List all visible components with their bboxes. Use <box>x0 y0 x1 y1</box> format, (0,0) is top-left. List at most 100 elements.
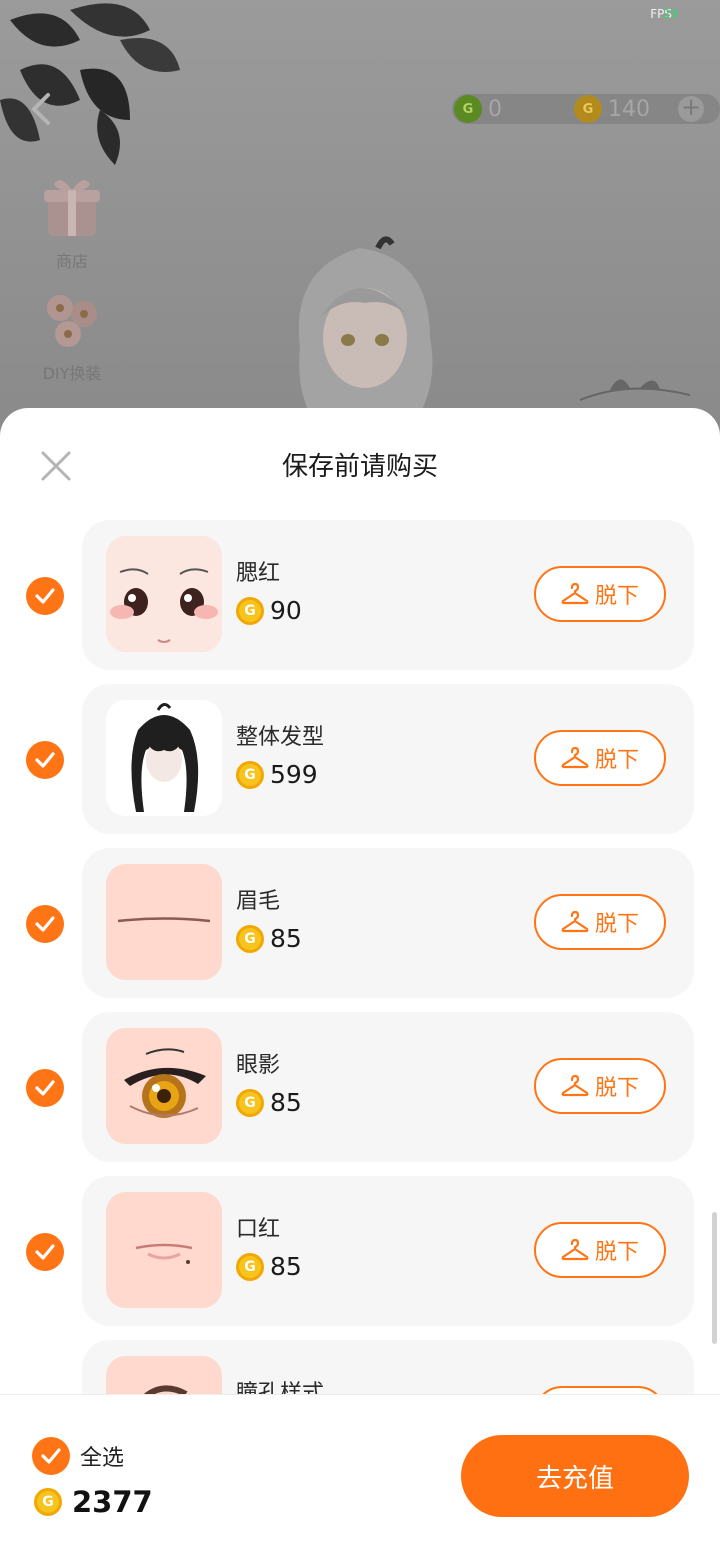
take-off-button[interactable]: 脱下 <box>534 1222 666 1278</box>
list-item: 整体发型 G 599 脱下 <box>0 684 720 834</box>
item-card: 口红 G 85 脱下 <box>82 1176 694 1326</box>
item-thumbnail <box>106 1192 222 1308</box>
scrollbar[interactable] <box>712 1212 717 1344</box>
purchase-sheet: 保存前请购买 腮红 G 90 脱下 整体发型 G 599 脱下 眉毛 G 85 … <box>0 408 720 1560</box>
flower-icon <box>47 295 97 347</box>
sheet-title: 保存前请购买 <box>281 452 438 482</box>
coin-icon: G <box>236 760 264 789</box>
item-price: G 599 <box>236 760 318 789</box>
list-item: 眼影 G 85 脱下 <box>0 1012 720 1162</box>
side-item-diy[interactable]: DIY换装 <box>30 284 114 384</box>
select-all-check-icon <box>32 1437 70 1475</box>
select-all-label: 全选 <box>80 1446 125 1471</box>
hanger-icon <box>561 1238 589 1261</box>
side-item-label: DIY换装 <box>42 364 102 383</box>
green-coin-icon: G <box>454 95 482 123</box>
take-off-button[interactable]: 脱下 <box>534 1058 666 1114</box>
blush-face-icon <box>106 536 222 652</box>
take-off-label: 脱下 <box>594 1076 639 1101</box>
coin-icon: G <box>236 1088 264 1117</box>
leaves-decoration <box>0 3 180 165</box>
hanger-icon <box>561 746 589 769</box>
coin-icon: G <box>236 1252 264 1281</box>
take-off-button[interactable]: 脱下 <box>534 1386 666 1394</box>
green-currency: G 0 <box>454 94 502 124</box>
back-arrow-icon[interactable] <box>26 92 56 126</box>
add-currency-button[interactable]: + <box>678 95 704 122</box>
eyebrow-icon <box>106 864 222 980</box>
item-list[interactable]: 腮红 G 90 脱下 整体发型 G 599 脱下 眉毛 G 85 脱下 眼影 G… <box>0 520 720 1394</box>
character-avatar <box>298 236 433 430</box>
game-background: FPS 29 G 0 G 140 + 商店 DIY换装 <box>0 0 720 430</box>
eyeshadow-icon <box>106 1028 222 1144</box>
item-checkbox[interactable] <box>26 1233 64 1271</box>
item-name: 腮红 <box>236 561 281 586</box>
item-price: G 85 <box>236 1252 302 1281</box>
gold-coin-icon: G <box>574 95 602 123</box>
hanger-icon <box>561 910 589 933</box>
price-value: 85 <box>270 1252 302 1281</box>
item-checkbox[interactable] <box>26 577 64 615</box>
branch-decoration <box>580 379 690 401</box>
item-name: 口红 <box>236 1217 281 1242</box>
coin-icon: G <box>236 924 264 953</box>
item-price: G 85 <box>236 924 302 953</box>
fps-value: 29 <box>662 7 678 21</box>
checkmark-icon <box>35 588 55 604</box>
item-checkbox[interactable] <box>26 1069 64 1107</box>
item-checkbox[interactable] <box>26 905 64 943</box>
recharge-button[interactable]: 去充值 <box>461 1435 689 1517</box>
item-card: 瞳孔样式 脱下 <box>82 1340 694 1394</box>
list-item: 眉毛 G 85 脱下 <box>0 848 720 998</box>
list-item: 瞳孔样式 脱下 <box>0 1340 720 1394</box>
take-off-label: 脱下 <box>594 748 639 773</box>
footer-bar: 全选 G 2377 去充值 <box>0 1394 720 1560</box>
take-off-button[interactable]: 脱下 <box>534 894 666 950</box>
lipstick-icon <box>106 1192 222 1308</box>
take-off-label: 脱下 <box>594 912 639 937</box>
take-off-button[interactable]: 脱下 <box>534 566 666 622</box>
take-off-label: 脱下 <box>594 584 639 609</box>
item-name: 瞳孔样式 <box>236 1381 325 1394</box>
total-price: G 2377 <box>34 1485 153 1519</box>
price-value: 90 <box>270 596 302 625</box>
side-item-label: 商店 <box>55 252 88 271</box>
checkmark-icon <box>35 916 55 932</box>
price-value: 85 <box>270 924 302 953</box>
hanger-icon <box>561 1074 589 1097</box>
checkmark-icon <box>41 1448 61 1464</box>
item-name: 眼影 <box>236 1053 281 1078</box>
gold-currency-value: 140 <box>608 96 650 122</box>
checkmark-icon <box>35 1244 55 1260</box>
list-item: 口红 G 85 脱下 <box>0 1176 720 1326</box>
item-price: G 85 <box>236 1088 302 1117</box>
item-thumbnail <box>106 864 222 980</box>
item-thumbnail <box>106 536 222 652</box>
gift-box-icon <box>44 180 100 236</box>
item-card: 眉毛 G 85 脱下 <box>82 848 694 998</box>
hanger-icon <box>561 582 589 605</box>
price-value: 599 <box>270 760 318 789</box>
item-thumbnail <box>106 700 222 816</box>
side-item-shop[interactable]: 商店 <box>30 172 114 272</box>
hairstyle-icon <box>106 700 222 816</box>
price-value: 85 <box>270 1088 302 1117</box>
item-checkbox[interactable] <box>26 741 64 779</box>
item-card: 眼影 G 85 脱下 <box>82 1012 694 1162</box>
item-card: 整体发型 G 599 脱下 <box>82 684 694 834</box>
select-all-checkbox[interactable]: 全选 <box>32 1437 124 1475</box>
pupil-icon <box>106 1356 222 1394</box>
coin-icon: G <box>236 596 264 625</box>
total-value: 2377 <box>72 1485 153 1519</box>
take-off-label: 脱下 <box>594 1240 639 1265</box>
take-off-button[interactable]: 脱下 <box>534 730 666 786</box>
gold-currency: G 140 <box>574 94 650 124</box>
item-name: 眉毛 <box>236 889 281 914</box>
item-thumbnail <box>106 1028 222 1144</box>
list-item: 腮红 G 90 脱下 <box>0 520 720 670</box>
item-thumbnail <box>106 1356 222 1394</box>
item-card: 腮红 G 90 脱下 <box>82 520 694 670</box>
checkmark-icon <box>35 752 55 768</box>
checkmark-icon <box>35 1080 55 1096</box>
item-price: G 90 <box>236 596 302 625</box>
